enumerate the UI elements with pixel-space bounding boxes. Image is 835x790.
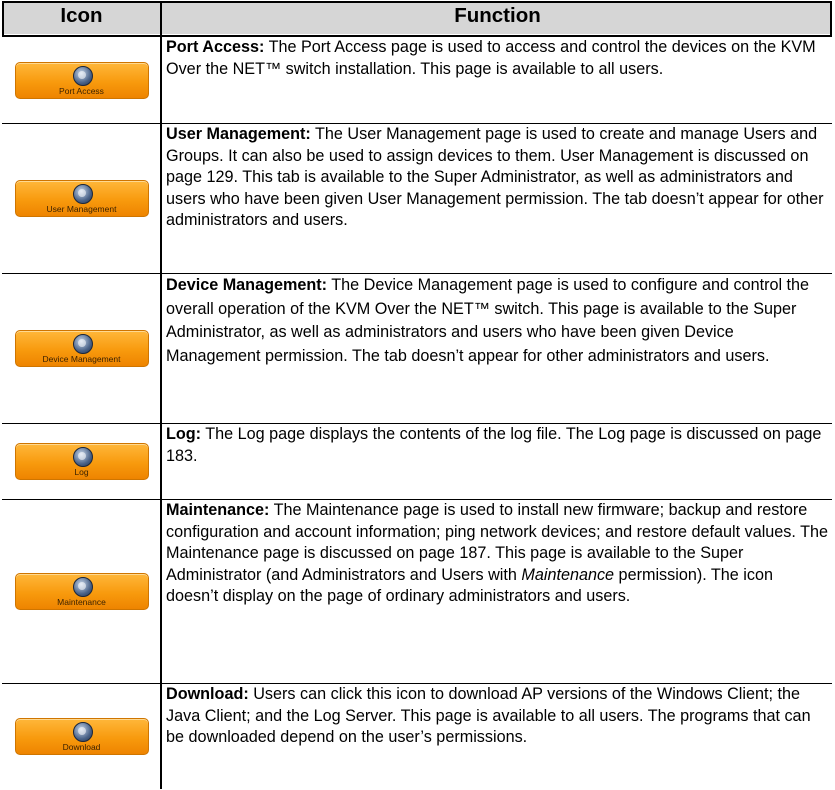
icon-cell: User Management xyxy=(2,124,161,273)
port-access-button[interactable]: Port Access xyxy=(14,61,149,99)
header-icon: Icon xyxy=(60,4,103,27)
function-description: Port Access: The Port Access page is use… xyxy=(166,37,828,80)
header-left-border xyxy=(2,1,4,35)
icon-cell: Device Management xyxy=(2,274,161,423)
function-term: Download: xyxy=(166,685,249,703)
download-button[interactable]: Download xyxy=(14,717,149,755)
device-management-icon xyxy=(72,334,93,354)
function-description: Log: The Log page displays the contents … xyxy=(166,424,828,467)
button-label: Device Management xyxy=(42,354,121,364)
function-description: User Management: The User Management pag… xyxy=(166,124,828,232)
button-label: Download xyxy=(62,741,101,752)
function-text: The Port Access page is used to access a… xyxy=(166,38,816,78)
log-icon xyxy=(72,447,93,467)
function-term: Maintenance: xyxy=(166,501,270,519)
icon-cell: Maintenance xyxy=(2,500,161,683)
header-function: Function xyxy=(454,4,541,27)
function-description: Download: Users can click this icon to d… xyxy=(166,684,828,749)
function-term: Port Access: xyxy=(166,38,265,56)
button-label: Maintenance xyxy=(57,597,106,607)
icon-cell: Download xyxy=(2,684,161,788)
function-text: Users can click this icon to download AP… xyxy=(166,685,811,747)
function-description: Device Management: The Device Management… xyxy=(166,274,828,368)
function-text: The Log page displays the contents of th… xyxy=(166,425,822,465)
maintenance-icon xyxy=(72,577,93,597)
maintenance-button[interactable]: Maintenance xyxy=(14,573,149,610)
function-description: Maintenance: The Maintenance page is use… xyxy=(166,500,828,608)
user-management-button[interactable]: User Management xyxy=(14,180,149,217)
function-term: User Management: xyxy=(166,125,311,143)
port-access-icon xyxy=(72,65,93,86)
table-header: Icon Function xyxy=(2,1,832,34)
icon-cell: Log xyxy=(2,424,161,499)
user-management-icon xyxy=(72,184,93,204)
download-icon xyxy=(72,721,93,742)
icon-cell: Port Access xyxy=(2,37,161,123)
function-term: Device Management: xyxy=(166,276,328,294)
button-label: Port Access xyxy=(59,85,104,96)
table-top-rule xyxy=(2,1,832,3)
button-label: User Management xyxy=(46,204,117,214)
function-term: Log: xyxy=(166,425,202,443)
header-right-border xyxy=(830,1,832,35)
function-text-italic: Maintenance xyxy=(521,565,615,584)
button-label: Log xyxy=(74,467,89,477)
log-button[interactable]: Log xyxy=(14,443,149,480)
device-management-button[interactable]: Device Management xyxy=(14,330,149,367)
